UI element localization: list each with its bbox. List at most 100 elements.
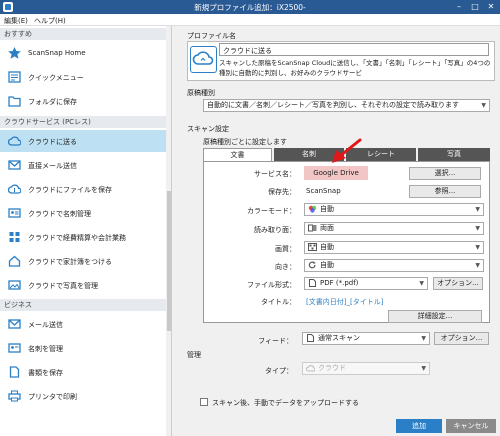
close-button[interactable]: ✕ (484, 1, 498, 13)
sidebar-item-cloud-expense[interactable]: クラウドで経費精算や会計業務 (0, 226, 166, 248)
tab-document[interactable]: 文書 (203, 148, 272, 161)
chevron-down-icon: ▼ (475, 244, 480, 251)
rotate-icon (308, 261, 316, 269)
chevron-down-icon: ▼ (475, 225, 480, 232)
sidebar-item-save-folder[interactable]: フォルダに保存 (0, 90, 166, 112)
sidebar-item-label: 名刺を管理 (28, 345, 63, 353)
sidebar-item-label: クラウドで経費精算や会計業務 (28, 234, 126, 242)
sidebar-scrollbar[interactable] (166, 26, 171, 436)
cloud-sync-icon (192, 51, 214, 65)
profile-cloud-icon[interactable] (190, 46, 217, 73)
color-mode-value: 自動 (320, 205, 334, 213)
expense-icon (9, 232, 20, 242)
sidebar-item-save-docs[interactable]: 書類を保存 (0, 361, 166, 383)
doc-type-label: 原稿種別 (187, 89, 215, 97)
menu-help[interactable]: ヘルプ(H) (34, 16, 66, 26)
service-name-value: Google Drive (304, 166, 368, 180)
star-icon (8, 47, 21, 59)
sidebar-item-mail-send[interactable]: メール送信 (0, 313, 166, 335)
profile-name-input[interactable]: クラウドに送る (219, 43, 489, 56)
sidebar-item-quick-menu[interactable]: クイックメニュー (0, 66, 166, 88)
sidebar-header-recommended: おすすめ (0, 28, 171, 40)
feed-options-button[interactable]: オプション... (434, 332, 489, 345)
doc-type-value: 自動的に文書／名刺／レシート／写真を判別し、それぞれの設定で読み取ります (207, 101, 459, 109)
per-type-label: 原稿種別ごとに設定します (203, 138, 287, 146)
duplex-icon (308, 224, 317, 232)
sides-select[interactable]: 両面 ▼ (304, 222, 484, 235)
save-to-value: ScanSnap (306, 187, 341, 195)
orientation-value: 自動 (320, 261, 334, 269)
sidebar-item-scansnap-home[interactable]: ScanSnap Home (0, 42, 166, 64)
scrollbar-thumb[interactable] (167, 191, 171, 331)
cancel-button[interactable]: キャンセル (446, 419, 496, 433)
sidebar-header-cloud: クラウドサービス (PCレス) (0, 116, 171, 128)
doc-type-select[interactable]: 自動的に文書／名刺／レシート／写真を判別し、それぞれの設定で読み取ります ▼ (203, 99, 490, 112)
sidebar-item-manage-cards[interactable]: 名刺を管理 (0, 337, 166, 359)
service-label: サービス名： (254, 170, 296, 178)
color-mode-icon (308, 205, 317, 213)
chevron-down-icon: ▼ (475, 206, 480, 213)
profile-description[interactable]: スキャンした原稿をScanSnap Cloudに送信し、「文書」「名刺」「レシー… (219, 58, 491, 80)
select-service-button[interactable]: 選択... (409, 167, 481, 180)
type-label: タイプ： (265, 367, 293, 375)
format-options-button[interactable]: オプション... (433, 277, 483, 290)
quality-value: 自動 (320, 243, 334, 251)
sidebar-item-cloud-photo[interactable]: クラウドで写真を管理 (0, 274, 166, 296)
document-icon (307, 334, 314, 342)
photo-icon (8, 280, 21, 290)
manual-upload-label: スキャン後、手動でデータをアップロードする (212, 399, 359, 407)
detail-settings-button[interactable]: 詳細設定... (388, 310, 482, 323)
sidebar-item-label: フォルダに保存 (28, 98, 77, 106)
chevron-down-icon: ▼ (475, 262, 480, 269)
browse-button[interactable]: 参照... (409, 185, 481, 198)
sidebar-item-cloud-file[interactable]: クラウドにファイルを保存 (0, 178, 166, 200)
add-button[interactable]: 追加 (396, 419, 442, 433)
manual-upload-checkbox[interactable] (200, 398, 208, 406)
management-label: 管理 (187, 351, 201, 359)
sidebar-item-direct-mail[interactable]: 直接メール送信 (0, 154, 166, 176)
file-format-select[interactable]: PDF (*.pdf) ▼ (304, 277, 428, 290)
sides-value: 両面 (320, 224, 334, 232)
color-mode-label: カラーモード： (247, 207, 296, 215)
business-card-icon (8, 343, 21, 353)
sidebar-header-business: ビジネス (0, 299, 171, 311)
sidebar-item-print[interactable]: プリンタで印刷 (0, 385, 166, 407)
sidebar-item-cloud-card[interactable]: クラウドで名刺管理 (0, 202, 166, 224)
cloud-icon (306, 365, 315, 372)
feed-select[interactable]: 通常スキャン ▼ (302, 332, 430, 345)
pdf-file-icon (309, 279, 316, 287)
minimize-button[interactable]: – (452, 1, 466, 13)
type-select[interactable]: クラウド ▼ (302, 362, 430, 375)
chevron-down-icon: ▼ (421, 365, 426, 372)
maximize-button[interactable]: □ (468, 1, 482, 13)
scan-settings-label: スキャン設定 (187, 125, 229, 133)
menu-bar: 編集(E) ヘルプ(H) (0, 14, 500, 26)
title-value[interactable]: [文書内日付]_[タイトル] (306, 297, 383, 307)
sidebar-item-cloud-household[interactable]: クラウドで家計簿をつける (0, 250, 166, 272)
sidebar-item-label: クイックメニュー (28, 74, 84, 82)
quality-select[interactable]: 自動 ▼ (304, 241, 484, 254)
window-title: 新規プロファイル追加：iX2500- (194, 3, 306, 12)
chevron-down-icon: ▼ (421, 335, 426, 342)
sidebar-item-label: 直接メール送信 (28, 162, 77, 170)
orientation-label: 向き： (275, 263, 296, 271)
quick-menu-icon (8, 71, 21, 83)
title-bar: 新規プロファイル追加：iX2500- – □ ✕ (0, 0, 500, 14)
feed-value: 通常スキャン (318, 334, 360, 342)
title-label: タイトル： (261, 298, 296, 306)
orientation-select[interactable]: 自動 ▼ (304, 259, 484, 272)
sidebar-item-label: クラウドで名刺管理 (28, 210, 91, 218)
sidebar-item-send-cloud[interactable]: クラウドに送る (0, 130, 166, 152)
save-to-label: 保存先： (268, 188, 296, 196)
tab-photo[interactable]: 写真 (418, 148, 490, 161)
printer-icon (8, 390, 21, 402)
cloud-upload-icon (8, 184, 21, 194)
color-mode-select[interactable]: 自動 ▼ (304, 203, 484, 216)
mail-icon (8, 319, 21, 329)
sidebar-item-label: ScanSnap Home (28, 49, 86, 57)
sidebar-item-label: クラウドで写真を管理 (28, 282, 98, 290)
feed-label: フィード： (258, 337, 293, 345)
menu-edit[interactable]: 編集(E) (4, 16, 28, 26)
file-format-label: ファイル形式： (247, 281, 296, 289)
sidebar-item-label: プリンタで印刷 (28, 393, 77, 401)
